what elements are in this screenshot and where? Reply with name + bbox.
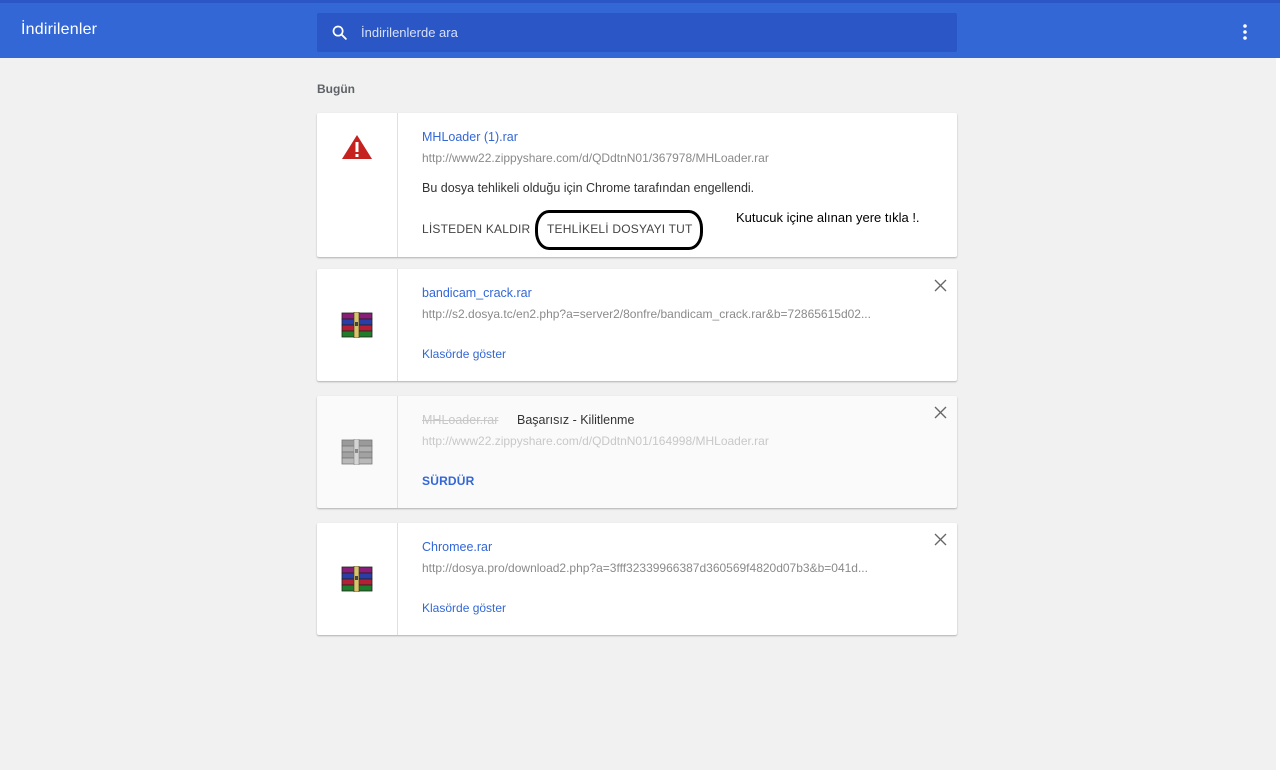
file-icon-column <box>317 269 398 381</box>
file-icon-column <box>317 523 398 635</box>
warning-icon <box>342 135 372 159</box>
more-vert-icon[interactable] <box>1236 23 1254 41</box>
search-input[interactable] <box>361 13 941 52</box>
close-icon[interactable] <box>934 406 947 419</box>
resume-button[interactable]: SÜRDÜR <box>422 474 475 488</box>
search-icon <box>332 25 347 40</box>
blocked-description: Bu dosya tehlikeli olduğu için Chrome ta… <box>422 181 755 195</box>
winrar-icon <box>341 566 373 592</box>
search-box[interactable] <box>317 13 957 52</box>
winrar-icon <box>341 312 373 338</box>
winrar-icon <box>341 439 373 465</box>
page-title: İndirilenler <box>21 21 98 38</box>
top-bar: İndirilenler <box>0 0 1280 58</box>
download-status: Başarısız - Kilitlenme <box>517 413 635 427</box>
file-url[interactable]: http://dosya.pro/download2.php?a=3fff323… <box>422 561 912 575</box>
file-icon-column <box>317 113 398 257</box>
close-icon[interactable] <box>934 533 947 546</box>
file-name-link[interactable]: Chromee.rar <box>422 540 492 554</box>
section-title-today: Bugün <box>317 82 355 96</box>
show-in-folder-link[interactable]: Klasörde göster <box>422 347 506 361</box>
close-icon[interactable] <box>934 279 947 292</box>
download-item-bandicam: bandicam_crack.rar http://s2.dosya.tc/en… <box>317 269 957 381</box>
download-item-mhloader-failed: MHLoader.rar Başarısız - Kilitlenme http… <box>317 396 957 508</box>
file-url[interactable]: http://www22.zippyshare.com/d/QDdtnN01/1… <box>422 434 912 448</box>
file-name-link: MHLoader.rar <box>422 413 499 427</box>
annotation-note: Kutucuk içine alınan yere tıkla !. <box>736 210 920 225</box>
window-edge <box>1276 58 1280 770</box>
file-url[interactable]: http://www22.zippyshare.com/d/QDdtnN01/3… <box>422 151 912 165</box>
download-item-chromee: Chromee.rar http://dosya.pro/download2.p… <box>317 523 957 635</box>
file-name-link[interactable]: MHLoader (1).rar <box>422 130 518 144</box>
file-name-link[interactable]: bandicam_crack.rar <box>422 286 532 300</box>
remove-from-list-button[interactable]: LİSTEDEN KALDIR <box>422 222 530 236</box>
file-url[interactable]: http://s2.dosya.tc/en2.php?a=server2/8on… <box>422 307 912 321</box>
file-icon-column <box>317 396 398 508</box>
highlight-ring <box>535 210 703 250</box>
show-in-folder-link[interactable]: Klasörde göster <box>422 601 506 615</box>
